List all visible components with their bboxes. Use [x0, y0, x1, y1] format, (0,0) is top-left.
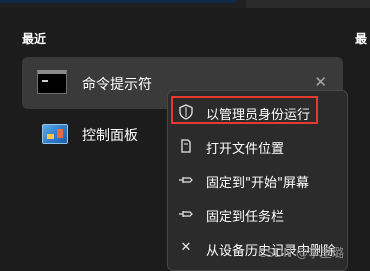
menu-item-open-file-location[interactable]: 打开文件位置 — [168, 129, 349, 163]
menu-item-label: 以管理员身份运行 — [206, 108, 311, 123]
command-prompt-icon — [37, 70, 67, 94]
remove-icon[interactable]: ✕ — [314, 73, 327, 91]
recent-item-label: 控制面板 — [82, 128, 138, 144]
menu-item-run-as-admin[interactable]: 以管理员身份运行 — [168, 95, 349, 129]
watermark: CSDN @李里璐 — [258, 246, 345, 260]
menu-item-label: 打开文件位置 — [206, 142, 285, 157]
control-panel-icon — [42, 124, 68, 144]
close-icon: ✕ — [180, 240, 192, 255]
menu-item-label: 固定到任务栏 — [206, 210, 285, 225]
top-right-panel — [246, 0, 370, 8]
pin-icon — [177, 172, 195, 188]
folder-open-icon — [177, 138, 195, 154]
right-section-title: 最 — [355, 32, 368, 46]
recent-item-label: 命令提示符 — [82, 77, 152, 93]
top-accent-line — [0, 0, 236, 3]
shield-icon — [177, 104, 195, 120]
menu-item-pin-to-start[interactable]: 固定到"开始"屏幕 — [168, 163, 349, 197]
menu-item-pin-to-taskbar[interactable]: 固定到任务栏 — [168, 197, 349, 231]
menu-item-label: 固定到"开始"屏幕 — [206, 176, 309, 191]
section-title: 最近 — [22, 32, 47, 46]
top-strip — [0, 0, 370, 8]
pin-icon — [177, 206, 195, 222]
recent-item-control-panel[interactable]: 控制面板 — [22, 120, 172, 148]
